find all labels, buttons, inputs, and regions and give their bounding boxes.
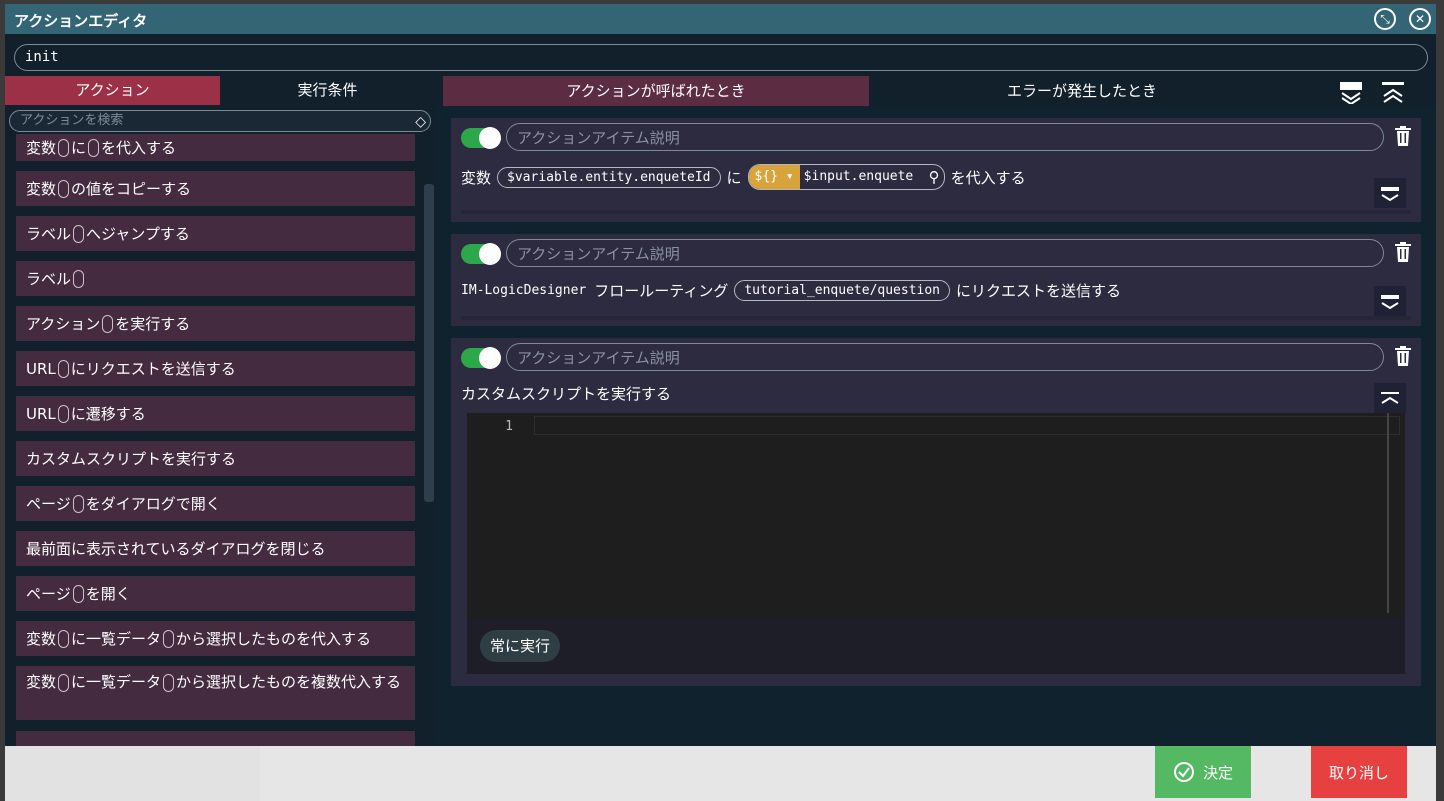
slot-icon: [57, 404, 69, 423]
list-item[interactable]: URL に遷移する: [16, 396, 415, 431]
enable-toggle[interactable]: [461, 243, 501, 265]
list-item[interactable]: 変数 に一覧データ から選択したものを複数代入する: [16, 666, 415, 720]
action-editor-window: アクションエディタ ⤡ ✕ init アクション 実行条件 アクションを検索 ◇…: [5, 4, 1436, 801]
footer-strip: [5, 746, 260, 801]
routing-statement: IM-LogicDesigner フロールーティング tutorial_enqu…: [461, 279, 1122, 301]
script-editor[interactable]: 1: [467, 413, 1405, 618]
list-scrollbar[interactable]: [424, 184, 434, 502]
restore-icon[interactable]: ⤡: [1374, 8, 1396, 30]
tab-condition[interactable]: 実行条件: [220, 76, 435, 105]
tab-action[interactable]: アクション: [5, 76, 220, 105]
expression-input[interactable]: ${} ▾ $input.enquete ⚲: [747, 164, 945, 190]
card-divider: [461, 210, 1411, 214]
action-item-card: アクションアイテム説明 IM-LogicDesigner フロールーティング t…: [451, 234, 1421, 326]
titlebar: アクションエディタ ⤡ ✕: [5, 4, 1436, 34]
editor-footer: 常に実行: [467, 618, 1405, 674]
enable-toggle[interactable]: [461, 347, 501, 369]
enable-toggle[interactable]: [461, 127, 501, 149]
list-item[interactable]: 変数にを代入する: [16, 134, 415, 161]
action-name-input[interactable]: init: [14, 44, 1428, 71]
description-input[interactable]: アクションアイテム説明: [506, 239, 1384, 267]
action-search-input[interactable]: アクションを検索 ◇: [9, 110, 431, 132]
check-circle-icon: [1173, 762, 1194, 782]
slot-icon: [73, 224, 85, 243]
tab-on-error[interactable]: エラーが発生したとき: [869, 76, 1295, 106]
action-items-panel: アクションアイテム説明 変数 $variable.entity.enqueteI…: [436, 106, 1436, 746]
list-item[interactable]: ページ をダイアログで開く: [16, 486, 415, 521]
trash-icon[interactable]: [1395, 346, 1413, 368]
slot-icon: [58, 673, 70, 692]
list-item[interactable]: ラベル: [16, 261, 415, 296]
expression-value[interactable]: $input.enquete: [800, 165, 925, 189]
variable-pill[interactable]: $variable.entity.enqueteId: [497, 166, 721, 188]
collapse-item-button[interactable]: [1374, 383, 1406, 413]
search-icon[interactable]: ⚲: [925, 165, 944, 189]
slot-icon: [72, 584, 84, 603]
cancel-button[interactable]: 取り消し: [1311, 746, 1407, 798]
expand-item-button[interactable]: [1374, 178, 1406, 208]
editor-scrollbar[interactable]: [1387, 413, 1389, 613]
list-item[interactable]: URL にリクエストを送信する: [16, 351, 415, 386]
slot-icon: [58, 179, 70, 198]
list-item[interactable]: ページ を開く: [16, 576, 415, 611]
slot-icon: [163, 673, 175, 692]
editor-line[interactable]: [534, 416, 1400, 435]
list-item[interactable]: カスタムスクリプトを実行する: [16, 441, 415, 476]
slot-icon: [88, 138, 100, 157]
list-item[interactable]: [16, 731, 415, 746]
trash-icon[interactable]: [1395, 242, 1413, 264]
list-item[interactable]: ラベル へジャンプする: [16, 216, 415, 251]
list-item[interactable]: 変数 に一覧データ から選択したものを代入する: [16, 621, 415, 656]
slot-icon: [163, 629, 175, 648]
slot-icon: [58, 138, 70, 157]
slot-icon: [102, 314, 114, 333]
search-placeholder: アクションを検索: [20, 113, 124, 128]
assign-statement: 変数 $variable.entity.enqueteId に ${} ▾ $i…: [461, 162, 1026, 192]
action-item-card: アクションアイテム説明 カスタムスクリプトを実行する 1 常に実行: [451, 338, 1421, 686]
trash-icon[interactable]: [1395, 126, 1413, 148]
slot-icon: [72, 494, 84, 513]
dialog-footer: 決定 取り消し: [5, 746, 1436, 801]
slot-icon: [73, 269, 85, 288]
run-condition-pill[interactable]: 常に実行: [480, 630, 561, 662]
collapse-all-icon[interactable]: [1382, 80, 1404, 104]
list-item[interactable]: 最前面に表示されているダイアログを閉じる: [16, 531, 415, 566]
action-item-card: アクションアイテム説明 変数 $variable.entity.enqueteI…: [451, 118, 1421, 222]
close-icon[interactable]: ✕: [1409, 8, 1431, 30]
eraser-icon[interactable]: ◇: [415, 112, 426, 132]
script-statement: カスタムスクリプトを実行する: [461, 384, 672, 403]
tab-on-called[interactable]: アクションが呼ばれたとき: [443, 76, 869, 106]
description-input[interactable]: アクションアイテム説明: [506, 123, 1384, 151]
slot-icon: [58, 629, 70, 648]
expand-item-button[interactable]: [1374, 286, 1406, 316]
description-input[interactable]: アクションアイテム説明: [506, 343, 1384, 371]
expression-type-dropdown[interactable]: ${} ▾: [748, 165, 800, 189]
list-item[interactable]: アクション を実行する: [16, 306, 415, 341]
routing-pill[interactable]: tutorial_enquete/question: [734, 279, 951, 301]
card-divider: [461, 316, 1411, 320]
window-title: アクションエディタ: [14, 12, 148, 30]
expand-all-icon[interactable]: [1340, 80, 1362, 106]
line-number: 1: [505, 419, 513, 434]
ok-button[interactable]: 決定: [1155, 746, 1251, 798]
action-list: 変数にを代入する 変数 の値をコピーする ラベル へジャンプする ラベル アクション…: [5, 134, 435, 746]
slot-icon: [57, 359, 69, 378]
list-item[interactable]: 変数 の値をコピーする: [16, 171, 415, 206]
